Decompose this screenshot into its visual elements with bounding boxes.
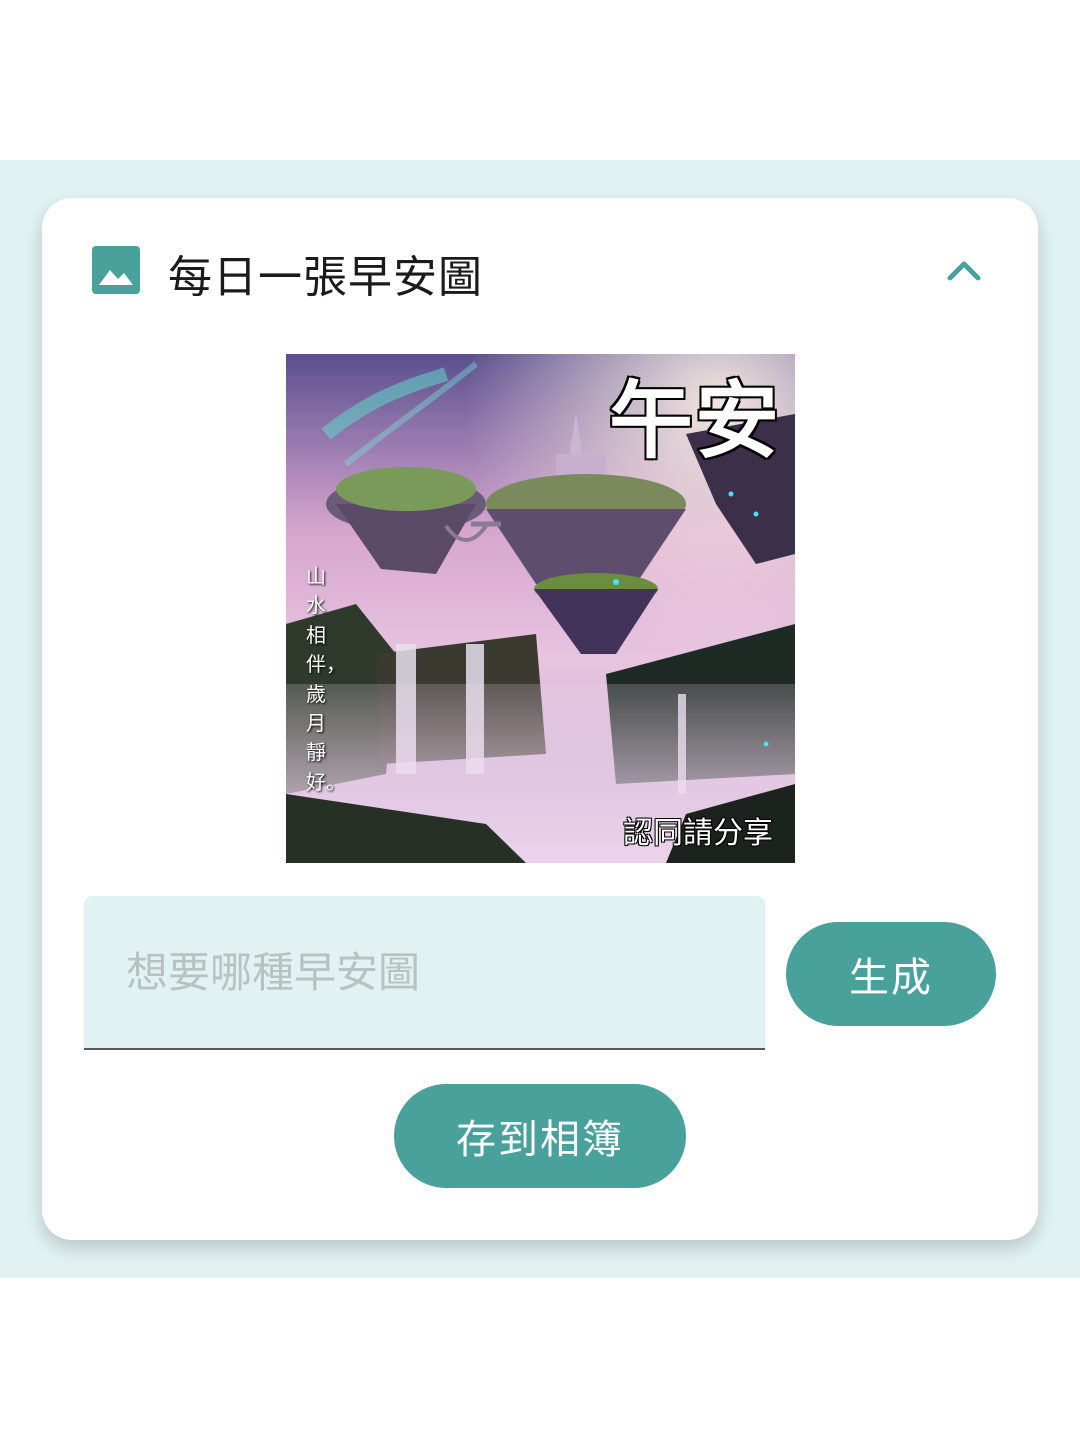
prompt-field[interactable] xyxy=(84,896,765,1050)
card-title: 每日一張早安圖 xyxy=(168,252,483,303)
save-to-album-button[interactable]: 存到相簿 xyxy=(394,1084,686,1188)
image-icon xyxy=(92,246,140,294)
collapse-button[interactable] xyxy=(938,248,990,292)
generated-image[interactable]: 午安 山水相伴，歲月靜好。 認同請分享 xyxy=(286,354,795,863)
prompt-input[interactable] xyxy=(84,896,765,1048)
good-morning-card: 每日一張早安圖 午安 山水相伴，歲月靜好。 認同請分享 想要哪種早安圖 生成 存… xyxy=(42,198,1038,1240)
image-overlay-verse: 山水相伴，歲月靜好。 xyxy=(306,564,346,794)
generate-button[interactable]: 生成 xyxy=(786,922,996,1026)
image-overlay-share-text: 認同請分享 xyxy=(623,816,773,851)
image-overlay-title: 午安 xyxy=(607,372,781,470)
chevron-up-icon xyxy=(947,261,981,281)
